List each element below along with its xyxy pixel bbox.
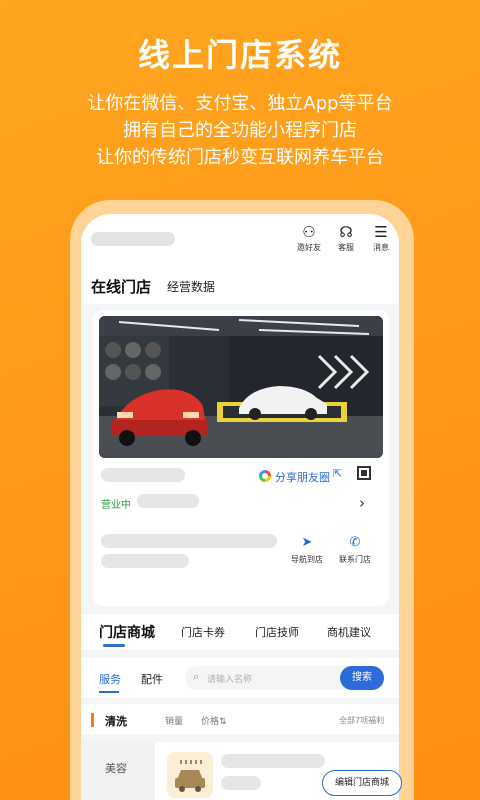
top-bar: ⚇ 邀好友 ☊ 客服 ☰ 消息 xyxy=(81,214,399,260)
app-screen: ⚇ 邀好友 ☊ 客服 ☰ 消息 在线门店 经营数据 分享朋友圈 ⇱ 营业中 › … xyxy=(81,214,399,800)
store-name-placeholder xyxy=(91,232,175,246)
category-beauty[interactable]: 美容 xyxy=(105,760,127,776)
category-wash[interactable]: 清洗 xyxy=(105,713,127,729)
store-name-placeholder xyxy=(101,468,185,482)
qrcode-icon[interactable] xyxy=(357,466,371,480)
message-icon: ☰ xyxy=(374,223,388,241)
car-wash-icon xyxy=(175,760,205,792)
contact-label: 联系门店 xyxy=(339,555,371,564)
promo-line: 让你在微信、支付宝、独立App等平台 xyxy=(87,93,393,114)
category-sidebar: 美容 xyxy=(81,742,155,800)
search-placeholder: 请输入名称 xyxy=(207,675,253,685)
external-link-icon[interactable]: ⇱ xyxy=(333,467,342,480)
contact-store-button[interactable]: ✆ 联系门店 xyxy=(335,536,375,565)
category-marker xyxy=(91,713,94,727)
search-button[interactable]: 搜索 xyxy=(340,666,384,690)
address-placeholder xyxy=(101,554,189,568)
moments-icon xyxy=(259,470,271,482)
product-price-placeholder xyxy=(221,776,261,790)
segment-indicator xyxy=(99,691,119,693)
customer-service-label: 客服 xyxy=(338,243,354,252)
invite-friends-button[interactable]: ⚇ 邀好友 xyxy=(293,224,325,253)
search-icon: ⌕ xyxy=(193,670,200,683)
address-placeholder xyxy=(101,534,277,548)
phone-icon: ✆ xyxy=(349,535,361,550)
promo-description: 让你在微信、支付宝、独立App等平台 拥有自己的全功能小程序门店 让你的传统门店… xyxy=(0,90,480,171)
promo-title: 线上门店系统 xyxy=(137,36,342,74)
chevron-right-icon[interactable]: › xyxy=(359,494,365,512)
segment-parts[interactable]: 配件 xyxy=(141,671,163,687)
sort-row: 清洗 销量 价格⇅ 全部7项福利 xyxy=(81,704,399,734)
customer-service-button[interactable]: ☊ 客服 xyxy=(330,224,362,253)
mall-tabs: 门店商城 门店卡券 门店技师 商机建议 xyxy=(81,614,399,650)
product-thumbnail[interactable] xyxy=(167,752,213,798)
store-card: 分享朋友圈 ⇱ 营业中 › ➤ 导航到店 ✆ 联系门店 xyxy=(93,310,389,606)
headset-icon: ☊ xyxy=(339,223,353,241)
promo-line: 让你的传统门店秒变互联网养车平台 xyxy=(96,147,384,168)
store-photo xyxy=(99,316,383,458)
tab-store-technicians[interactable]: 门店技师 xyxy=(255,624,299,640)
navigate-label: 导航到店 xyxy=(291,555,323,564)
promo-line: 拥有自己的全功能小程序门店 xyxy=(123,120,357,141)
filter-row: 服务 配件 ⌕ 请输入名称 搜索 xyxy=(81,658,399,698)
navigate-button[interactable]: ➤ 导航到店 xyxy=(287,536,327,565)
tab-online-store[interactable]: 在线门店 xyxy=(91,276,151,297)
share-moments-button[interactable]: 分享朋友圈 xyxy=(275,469,330,485)
garage-image xyxy=(99,316,383,458)
invite-icon: ⚇ xyxy=(302,223,316,241)
sort-price[interactable]: 价格⇅ xyxy=(201,714,227,727)
edit-mall-button[interactable]: 编辑门店商城 xyxy=(322,770,402,796)
sort-sales[interactable]: 销量 xyxy=(165,714,183,727)
tab-store-mall[interactable]: 门店商城 xyxy=(99,622,155,642)
tab-business-data[interactable]: 经营数据 xyxy=(167,278,215,295)
main-tabs: 在线门店 经营数据 xyxy=(81,260,399,304)
open-status-badge: 营业中 xyxy=(101,500,131,511)
tab-business-suggestions[interactable]: 商机建议 xyxy=(327,624,371,640)
tab-store-coupons[interactable]: 门店卡券 xyxy=(181,624,225,640)
total-count: 全部7项福利 xyxy=(339,716,385,725)
segment-services[interactable]: 服务 xyxy=(99,671,121,687)
active-tab-indicator xyxy=(103,644,125,647)
product-name-placeholder xyxy=(221,754,325,768)
business-hours-placeholder xyxy=(137,494,199,508)
navigate-icon: ➤ xyxy=(301,535,313,550)
invite-label: 邀好友 xyxy=(297,243,321,252)
messages-label: 消息 xyxy=(373,243,389,252)
messages-button[interactable]: ☰ 消息 xyxy=(365,224,397,253)
